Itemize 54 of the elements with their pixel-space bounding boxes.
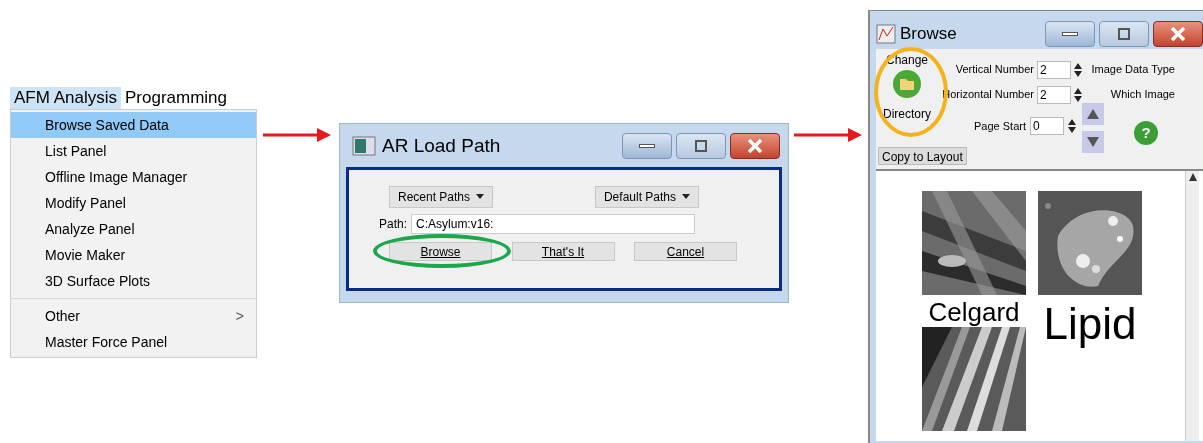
menu-item[interactable]: Modify Panel	[11, 190, 256, 216]
close-icon	[1170, 27, 1186, 41]
window-icon	[352, 136, 376, 157]
close-button[interactable]	[730, 133, 780, 160]
maximize-button[interactable]	[1099, 21, 1149, 47]
arrow-icon	[794, 128, 862, 142]
menu-item[interactable]: Browse Saved Data	[11, 112, 256, 138]
folder-icon[interactable]	[892, 69, 922, 99]
window-title: AR Load Path	[382, 134, 501, 158]
minimize-button[interactable]	[622, 133, 672, 160]
menu-item[interactable]: Analyze Panel	[11, 216, 256, 242]
scroll-up-icon[interactable]	[1188, 173, 1197, 181]
menu-bar-item[interactable]: Programming	[121, 87, 232, 109]
menu-item[interactable]: Offline Image Manager	[11, 164, 256, 190]
menu-item[interactable]: List Panel	[11, 138, 256, 164]
field-note: Which Image	[1109, 87, 1175, 103]
minimize-button[interactable]	[1045, 21, 1095, 47]
spinner-icon[interactable]	[1068, 119, 1076, 133]
field-label: Vertical Number	[954, 62, 1034, 78]
dialog-button[interactable]: Browse	[389, 241, 492, 261]
spinner-icon[interactable]	[1074, 87, 1082, 102]
arrow-icon	[263, 128, 331, 142]
dialog-button[interactable]: Cancel	[634, 241, 737, 261]
copy-to-layout-button[interactable]: Copy to Layout	[878, 147, 967, 165]
dropdown-button[interactable]: Default Paths	[594, 185, 699, 208]
menu-item[interactable]: Movie Maker	[11, 242, 256, 268]
close-button[interactable]	[1153, 21, 1203, 47]
spinner-icon[interactable]	[1074, 62, 1082, 77]
down-triangle-icon	[1087, 137, 1099, 147]
thumbnail-label: Lipid	[1043, 299, 1137, 349]
thumbnail-label: Celgard	[928, 297, 1020, 327]
menu-bar-item[interactable]: AFM Analysis	[10, 87, 121, 109]
caret-icon	[682, 194, 690, 199]
menu-item[interactable]: Other >	[11, 303, 256, 329]
dialog-button[interactable]: That's It	[511, 241, 615, 261]
path-field[interactable]: C:Asylum:v16:	[411, 213, 696, 234]
path-label: Path:	[379, 215, 408, 233]
menu-item[interactable]: Master Force Panel	[11, 329, 256, 355]
close-icon	[747, 139, 763, 154]
number-field[interactable]: 2	[1037, 60, 1071, 79]
directory-label: Directory	[883, 106, 931, 123]
field-label: Page Start	[973, 118, 1026, 134]
maximize-button[interactable]	[676, 133, 726, 160]
dropdown-button[interactable]: Recent Paths	[389, 185, 494, 208]
menu-item[interactable]: 3D Surface Plots	[11, 268, 256, 294]
number-field[interactable]: 2	[1037, 85, 1071, 104]
up-triangle-icon	[1087, 109, 1099, 119]
number-field[interactable]: 0	[1030, 117, 1064, 135]
window-title: Browse	[900, 23, 957, 46]
chart-icon	[876, 24, 896, 44]
down-button[interactable]	[1082, 131, 1104, 153]
up-button[interactable]	[1082, 103, 1104, 125]
field-note: Image Data Type	[1090, 62, 1175, 78]
caret-icon	[476, 194, 485, 199]
